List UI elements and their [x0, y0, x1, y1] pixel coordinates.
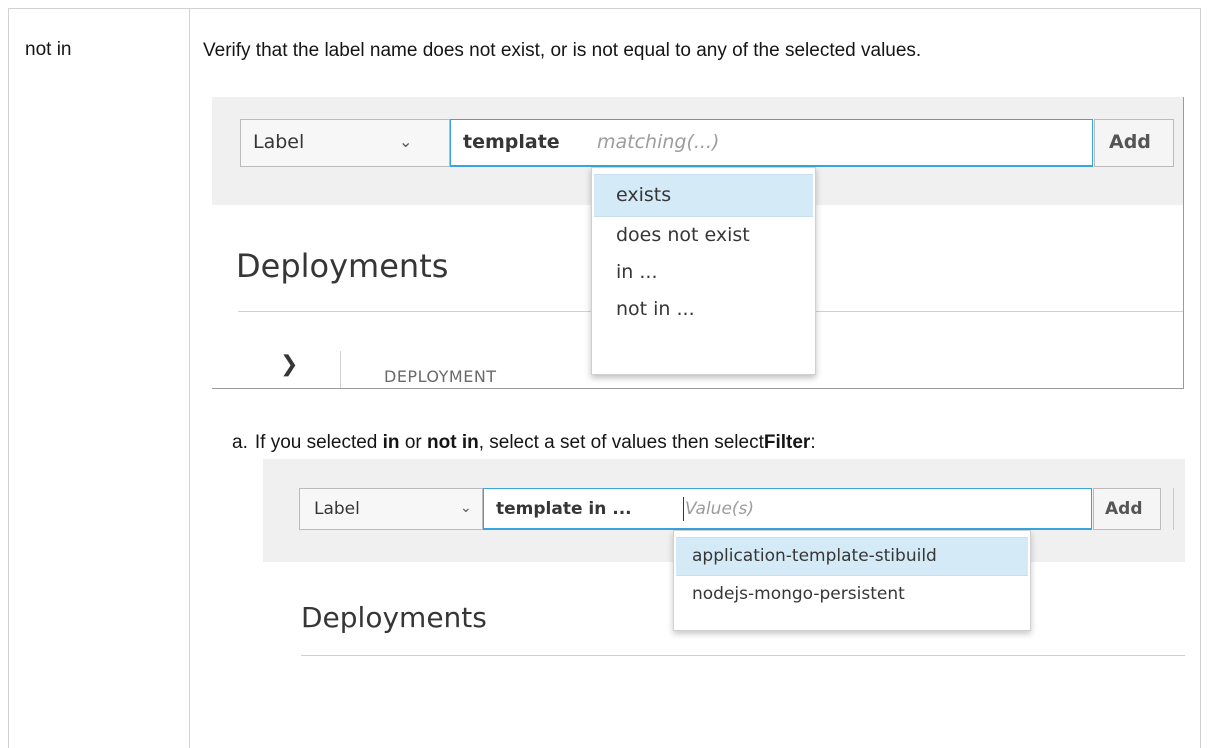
dropdown-item-does-not-exist[interactable]: does not exist	[592, 217, 815, 254]
step-colon: :	[810, 432, 816, 453]
step-term-filter: Filter	[763, 432, 811, 453]
value-filter-input[interactable]: template in ... Value(s)	[483, 488, 1092, 530]
procedure-step: a. If you selected in or not in, select a…	[232, 432, 816, 454]
step-term-not-in: not in	[427, 432, 479, 453]
step-text-2: , select a set of values then select	[478, 432, 764, 453]
page-title: Deployments	[301, 601, 487, 634]
dropdown-item-application-template-stibuild[interactable]: application-template-stibuild	[676, 537, 1028, 576]
toolbar-divider	[1173, 488, 1174, 530]
divider	[301, 655, 1185, 656]
step-marker: a.	[232, 432, 248, 453]
add-button-label: Add	[1105, 499, 1143, 519]
filter-type-select[interactable]: Label ⌄	[240, 119, 450, 167]
text-cursor	[683, 497, 684, 521]
step-term-in: in	[382, 432, 400, 453]
value-filter-screenshot: Label ⌄ template in ... Value(s) Add Dep…	[263, 459, 1185, 680]
table-description-cell: Verify that the label name does not exis…	[203, 40, 922, 61]
step-text: If you selected	[254, 432, 383, 453]
add-button-label: Add	[1109, 131, 1151, 153]
filter-placeholder: Value(s)	[685, 499, 755, 519]
filter-key-text: template	[463, 131, 560, 153]
filter-type-label: Label	[314, 499, 360, 519]
page-title: Deployments	[236, 247, 449, 285]
column-divider	[340, 351, 341, 388]
table-term-cell: not in	[25, 39, 72, 60]
label-filter-screenshot: Label ⌄ template matching(...) Add Deplo…	[212, 97, 1184, 389]
dropdown-item-not-in[interactable]: not in ...	[592, 291, 815, 328]
operator-dropdown: exists does not exist in ... not in ...	[591, 167, 816, 375]
column-header-deployment: DEPLOYMENT	[384, 367, 497, 386]
step-text-or: or	[399, 432, 427, 453]
dropdown-item-nodejs-mongo-persistent[interactable]: nodejs-mongo-persistent	[674, 576, 1030, 613]
dropdown-item-in[interactable]: in ...	[592, 254, 815, 291]
value-dropdown: application-template-stibuild nodejs-mon…	[673, 530, 1031, 631]
dropdown-item-exists[interactable]: exists	[594, 174, 813, 217]
add-filter-button[interactable]: Add	[1094, 119, 1174, 167]
add-filter-button[interactable]: Add	[1093, 488, 1161, 530]
filter-placeholder: matching(...)	[597, 131, 720, 153]
label-filter-input[interactable]: template matching(...)	[450, 119, 1093, 167]
filter-key-text: template in ...	[496, 499, 632, 519]
chevron-right-icon[interactable]: ❯	[280, 352, 298, 377]
filter-type-select[interactable]: Label ⌄	[299, 488, 483, 530]
chevron-down-icon: ⌄	[460, 500, 472, 516]
filter-type-label: Label	[253, 131, 305, 153]
chevron-down-icon: ⌄	[399, 132, 413, 151]
table-column-divider	[189, 8, 190, 748]
